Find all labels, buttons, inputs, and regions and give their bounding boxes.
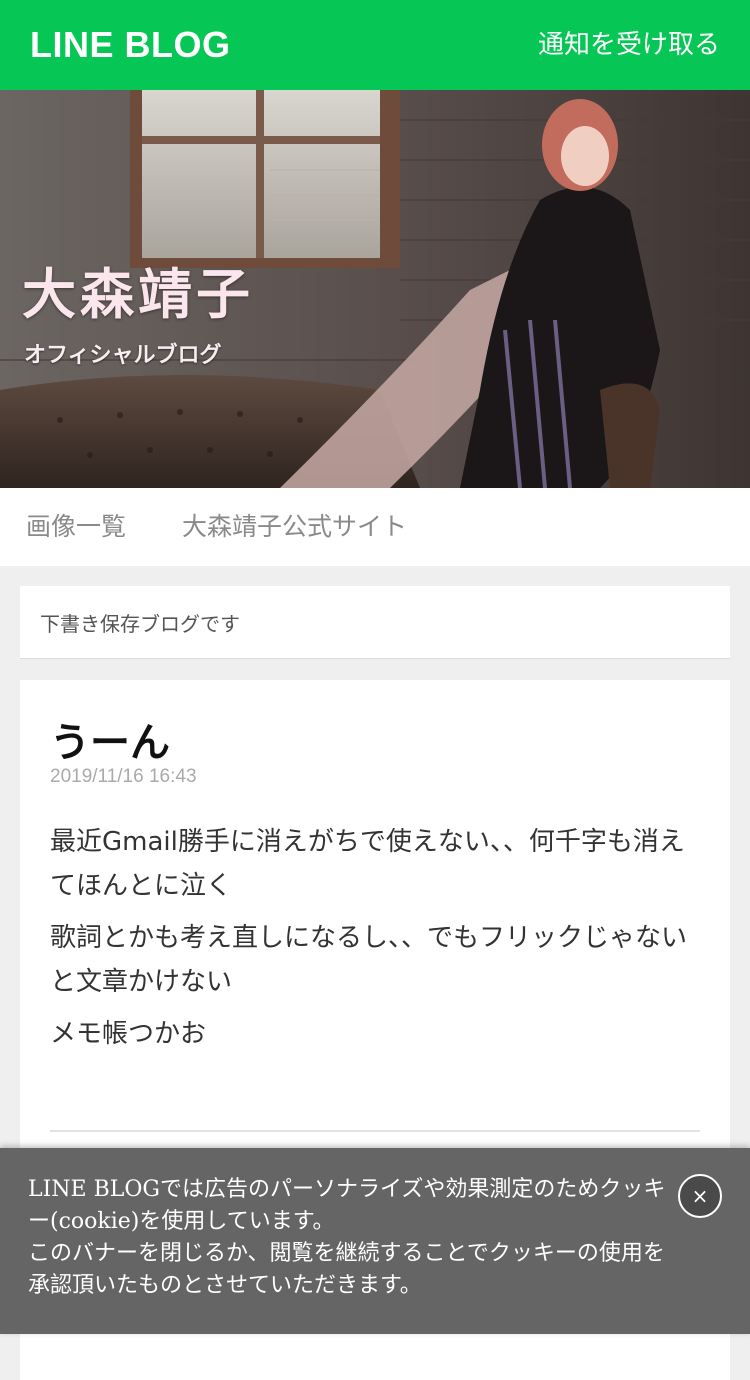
blog-header-image: 大森靖子 オフィシャルブログ (0, 90, 750, 488)
post-date: 2019/11/16 16:43 (50, 766, 197, 787)
top-bar: LINE BLOG 通知を受け取る (0, 0, 750, 90)
post-paragraph: メモ帳つかお (50, 1019, 207, 1049)
cookie-message-line: このバナーを閉じるか、閲覧を継続することでクッキーの使用を承認頂いたものとさせて… (28, 1241, 665, 1298)
cookie-message-line: LINE BLOGでは広告のパーソナライズや効果測定のためクッキー(cookie… (28, 1177, 666, 1234)
post-paragraph: 最近Gmail勝手に消えがちで使えない、、何千字も消えてほんとに泣く (50, 827, 685, 901)
post-body: 最近Gmail勝手に消えがちで使えない、、何千字も消えてほんとに泣く 歌詞とかも… (50, 820, 700, 1064)
post-divider (50, 1130, 700, 1132)
nav-official-site[interactable]: 大森靖子公式サイト (182, 510, 407, 544)
cookie-message: LINE BLOGでは広告のパーソナライズや効果測定のためクッキー(cookie… (28, 1174, 668, 1302)
post-paragraph: 歌詞とかも考え直しになるし、、でもフリックじゃないと文章かけない (50, 923, 688, 997)
sub-navigation: 画像一覧 大森靖子公式サイト (0, 488, 750, 566)
line-blog-logo[interactable]: LINE BLOG (30, 22, 231, 68)
post-title[interactable]: うーん (50, 710, 170, 768)
cookie-banner: LINE BLOGでは広告のパーソナライズや効果測定のためクッキー(cookie… (0, 1148, 750, 1334)
nav-image-list[interactable]: 画像一覧 (26, 510, 126, 544)
draft-notice: 下書き保存ブログです (20, 586, 730, 658)
draft-notice-text: 下書き保存ブログです (40, 612, 240, 636)
blog-owner-name: 大森靖子 (22, 262, 254, 326)
notify-button[interactable]: 通知を受け取る (538, 26, 720, 64)
close-icon[interactable]: × (678, 1174, 722, 1218)
blog-subtitle: オフィシャルブログ (24, 343, 222, 368)
